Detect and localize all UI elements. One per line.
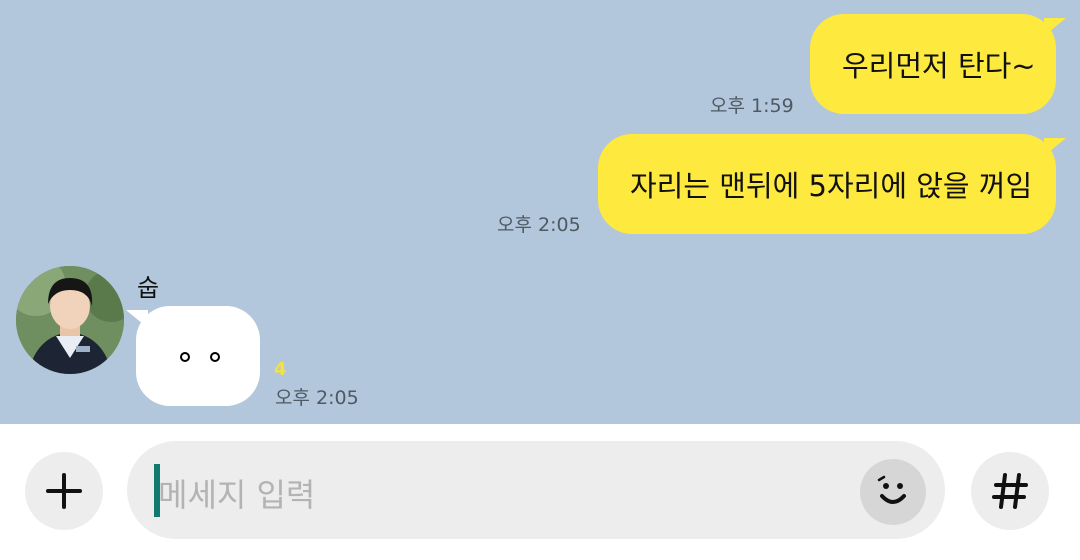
- bubble-tail: [1044, 138, 1066, 156]
- message-time: 오후 2:05: [497, 214, 581, 236]
- sender-name: 숩: [137, 274, 160, 302]
- plus-icon: [46, 473, 82, 509]
- outgoing-message-bubble[interactable]: 자리는 맨뒤에 5자리에 앉을 꺼임: [598, 134, 1066, 234]
- message-text: 우리먼저 탄다~: [842, 49, 1036, 83]
- bubble-tail: [126, 310, 148, 328]
- avatar-photo: [16, 266, 124, 374]
- emoticon-dot: [210, 352, 220, 362]
- incoming-message-bubble[interactable]: [126, 306, 260, 406]
- sender-avatar[interactable]: [16, 266, 124, 374]
- message-input-placeholder: 메세지 입력: [158, 476, 316, 514]
- attach-button[interactable]: [25, 452, 103, 530]
- chat-area[interactable]: 우리먼저 탄다~ 오후 1:59 자리는 맨뒤에 5자리에 앉을 꺼임 오후 2…: [0, 0, 1080, 424]
- emoticon-dot: [180, 352, 190, 362]
- hashtag-search-button[interactable]: [971, 452, 1049, 530]
- unread-count: 4: [274, 359, 287, 380]
- message-text: 자리는 맨뒤에 5자리에 앉을 꺼임: [630, 169, 1033, 203]
- message-time: 오후 1:59: [710, 95, 794, 117]
- smile-icon: [877, 475, 906, 504]
- bubble-tail: [1044, 18, 1066, 36]
- message-time: 오후 2:05: [275, 387, 359, 409]
- outgoing-message-bubble[interactable]: 우리먼저 탄다~: [810, 14, 1066, 114]
- hash-icon: [992, 473, 1028, 509]
- emoticon-button[interactable]: [860, 459, 926, 525]
